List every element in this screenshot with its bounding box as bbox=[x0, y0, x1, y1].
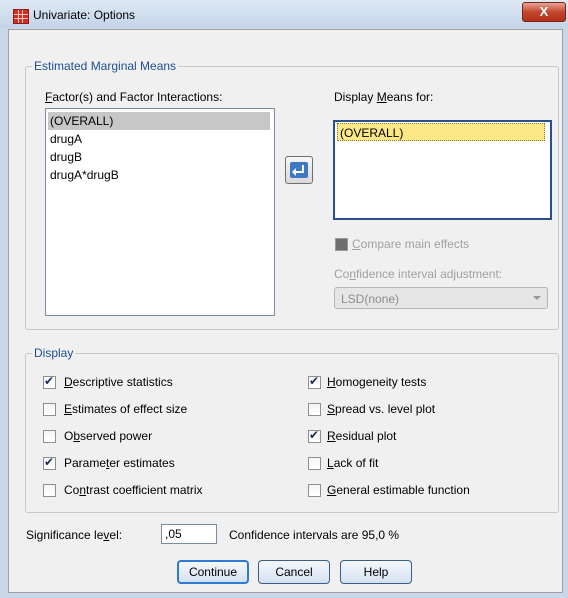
arrow-right-icon bbox=[290, 162, 308, 178]
title-bar[interactable]: Univariate: Options X bbox=[0, 0, 568, 28]
help-button[interactable]: Help bbox=[340, 560, 412, 584]
homogeneity-tests-label: Homogeneity tests bbox=[327, 375, 427, 389]
compare-main-effects-label: Compare main effects bbox=[352, 237, 470, 251]
move-right-button[interactable] bbox=[285, 156, 313, 184]
homogeneity-tests-checkbox[interactable] bbox=[308, 374, 321, 389]
general-estimable-label: General estimable function bbox=[327, 483, 470, 497]
list-item[interactable]: (OVERALL) bbox=[337, 123, 545, 141]
general-estimable-checkbox[interactable] bbox=[308, 484, 321, 497]
list-item[interactable]: drugA bbox=[48, 130, 270, 148]
ci-text: Confidence intervals are 95,0 % bbox=[229, 528, 400, 542]
observed-power-checkbox[interactable] bbox=[43, 430, 56, 443]
parameter-estimates-label: Parameter estimates bbox=[64, 456, 175, 470]
compare-main-effects-checkbox[interactable] bbox=[335, 238, 348, 251]
residual-plot-checkbox[interactable] bbox=[308, 428, 321, 443]
contrast-matrix-checkbox[interactable] bbox=[43, 484, 56, 497]
dialog-window: Univariate: Options X Estimated Marginal… bbox=[0, 0, 568, 598]
factors-label: Factor(s) and Factor Interactions: bbox=[45, 90, 223, 104]
spread-level-label: Spread vs. level plot bbox=[327, 402, 436, 416]
significance-label: Significance level: bbox=[26, 528, 123, 542]
parameter-estimates-checkbox[interactable] bbox=[43, 455, 56, 470]
display-means-label: Display Means for: bbox=[334, 90, 434, 104]
window-title: Univariate: Options bbox=[33, 8, 136, 22]
spss-table-icon bbox=[13, 9, 29, 24]
list-item[interactable]: drugB bbox=[48, 148, 270, 166]
factors-list[interactable]: (OVERALL) drugA drugB drugA*drugB bbox=[45, 108, 275, 316]
dialog-body: Estimated Marginal Means Factor(s) and F… bbox=[8, 29, 563, 593]
lack-of-fit-checkbox[interactable] bbox=[308, 457, 321, 470]
lack-of-fit-label: Lack of fit bbox=[327, 456, 379, 470]
ci-adjustment-label: Confidence interval adjustment: bbox=[334, 267, 503, 281]
contrast-matrix-label: Contrast coefficient matrix bbox=[64, 483, 203, 497]
significance-input[interactable]: ,05 bbox=[161, 524, 217, 544]
descriptive-statistics-checkbox[interactable] bbox=[43, 374, 56, 389]
list-item[interactable]: drugA*drugB bbox=[48, 166, 270, 184]
spread-level-checkbox[interactable] bbox=[308, 403, 321, 416]
residual-plot-label: Residual plot bbox=[327, 429, 397, 443]
ci-adjustment-select[interactable]: LSD(none) bbox=[334, 287, 548, 309]
close-button[interactable]: X bbox=[522, 2, 566, 22]
chevron-down-icon bbox=[533, 296, 541, 300]
display-means-list[interactable]: (OVERALL) bbox=[333, 120, 552, 220]
list-item[interactable]: (OVERALL) bbox=[48, 112, 270, 130]
effect-size-checkbox[interactable] bbox=[43, 403, 56, 416]
effect-size-label: Estimates of effect size bbox=[64, 402, 188, 416]
continue-button[interactable]: Continue bbox=[177, 560, 249, 584]
emm-group-title: Estimated Marginal Means bbox=[32, 59, 179, 73]
cancel-button[interactable]: Cancel bbox=[258, 560, 330, 584]
descriptive-statistics-label: Descriptive statistics bbox=[64, 375, 173, 389]
ci-adjustment-value: LSD(none) bbox=[341, 292, 400, 306]
observed-power-label: Observed power bbox=[64, 429, 153, 443]
display-group-title: Display bbox=[32, 346, 76, 360]
